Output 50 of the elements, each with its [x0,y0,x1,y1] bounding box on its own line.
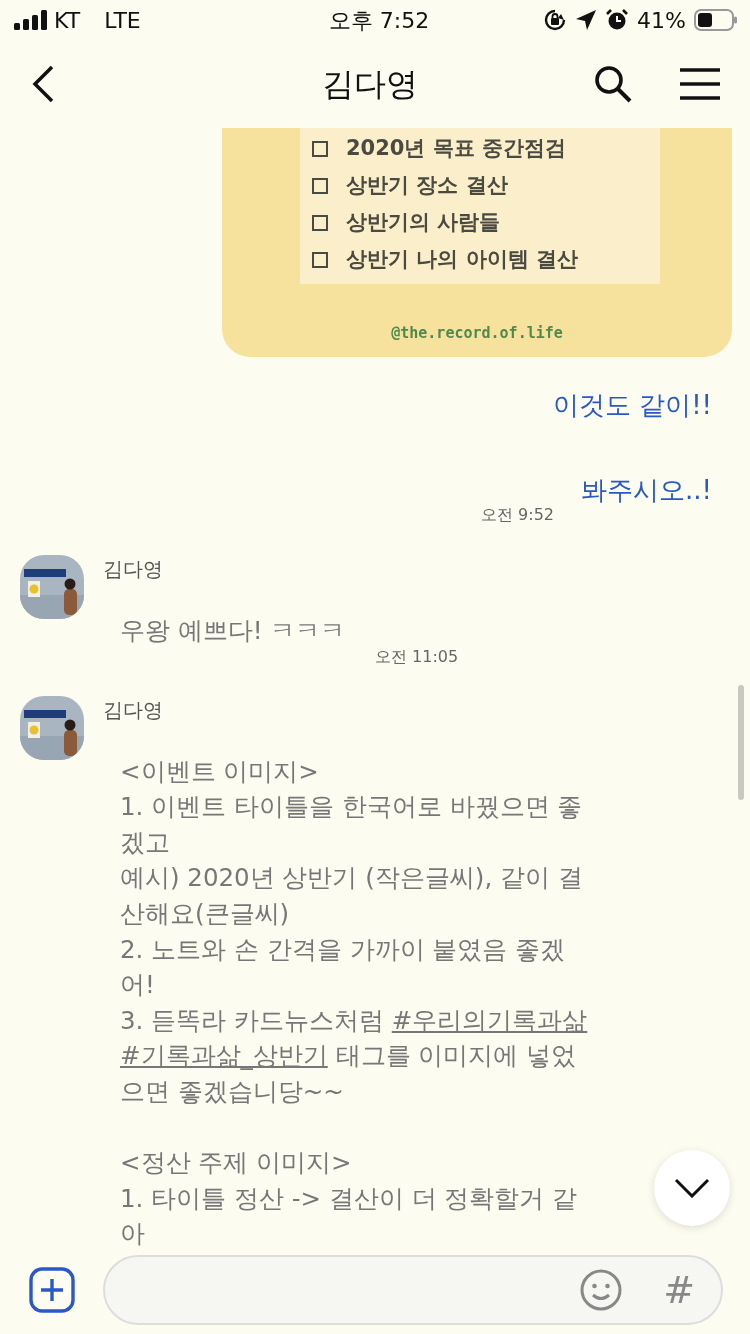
back-button[interactable] [30,64,56,104]
message-text: 으면 좋겠습니당~~ [120,1075,344,1108]
message-text: <정산 주제 이미지> [120,1147,352,1180]
alarm-icon [605,8,630,32]
sender-name: 김다영 [103,696,163,724]
sent-message: 이것도 같이!! [552,390,712,420]
message-text: 1. 타이틀 정산 -> 결산이 더 정확할거 같 [120,1182,578,1215]
message-text: 2. 노트와 손 간격을 가까이 붙였음 좋겠 [120,933,566,966]
search-button[interactable] [594,65,632,103]
checklist-text: 상반기 장소 결산 [346,171,508,199]
hashtag-link[interactable]: #기록과삶_상반기 [120,1041,328,1071]
handle-text: @the.record.of.life [391,324,563,342]
battery-percent: 41% [637,6,686,35]
status-time: 오후 7:52 [328,6,430,35]
checklist-text: 2020년 목표 중간점검 [346,134,567,162]
message-text: #기록과삶_상반기 태그를 이미지에 넣었 [120,1040,577,1073]
checkbox-icon [312,214,328,231]
signal-icon [14,10,50,30]
message-text: 예시) 2020년 상반기 (작은글씨), 같이 결 [120,862,583,895]
add-button[interactable] [29,1267,75,1314]
rotation-lock-icon [543,8,568,32]
hashtag-link[interactable]: #우리의기록과삶 [391,1005,588,1035]
menu-button[interactable] [680,68,720,100]
chevron-down-icon [674,1178,710,1198]
message-text: 1. 이벤트 타이틀을 한국어로 바꿨으면 좋 [120,791,583,824]
message-time: 오전 9:52 [481,505,554,524]
message-text: 우왕 예쁘다! ㅋㅋㅋ [120,615,346,647]
message-text: <이벤트 이미지> [120,755,319,788]
message-input[interactable]: # [103,1255,723,1326]
scroll-down-button[interactable] [654,1150,730,1226]
network-text: LTE [104,6,141,35]
sent-message: 봐주시오..! [581,475,712,505]
checkbox-icon [312,140,328,157]
message-text: 아 [120,1218,145,1251]
checkbox-icon [312,251,328,268]
battery-icon [694,8,738,32]
message-text: 산해요(큰글씨) [120,897,290,930]
message-time: 오전 11:05 [375,646,459,666]
checklist-text: 상반기 나의 아이템 결산 [346,245,578,273]
checklist-text: 상반기의 사람들 [346,208,501,236]
message-text: 3. 듣똑라 카드뉴스처럼 #우리의기록과삶 [120,1004,588,1037]
message-text: 겠고 [120,826,170,859]
sender-name: 김다영 [103,556,163,583]
location-icon [575,9,598,31]
hashtag-button[interactable]: # [663,1271,695,1310]
emoji-button[interactable] [579,1268,624,1313]
message-text: 어! [120,969,155,1002]
carrier-text: KT [54,6,81,35]
checkbox-icon [312,177,328,194]
chat-title: 김다영 [322,64,418,105]
